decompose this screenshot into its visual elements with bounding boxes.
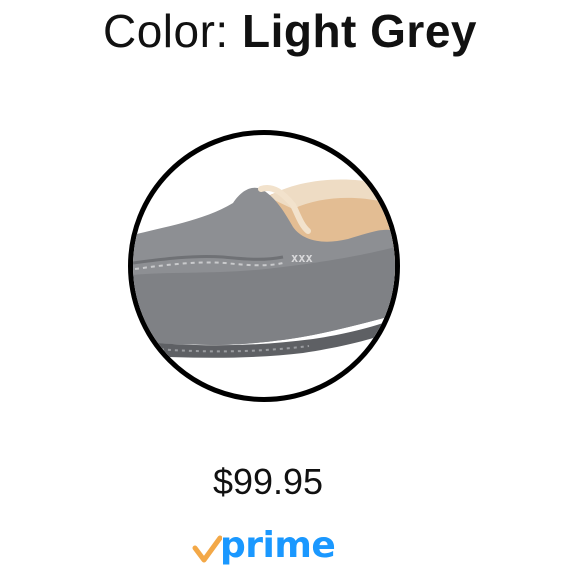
prime-badge: prime	[192, 522, 336, 570]
product-color-panel: Color: Light Grey xxx $99.95 prime	[0, 0, 580, 580]
prime-check-icon	[192, 535, 222, 563]
color-label: Color:	[102, 5, 242, 57]
prime-wordmark: prime	[220, 525, 336, 566]
svg-text:xxx: xxx	[291, 251, 313, 265]
slipper-swatch-image: xxx	[133, 179, 395, 358]
color-value: Light Grey	[241, 5, 477, 57]
color-swatch-button[interactable]: xxx	[128, 130, 400, 402]
color-heading: Color: Light Grey	[0, 0, 580, 62]
price: $99.95	[212, 461, 324, 502]
